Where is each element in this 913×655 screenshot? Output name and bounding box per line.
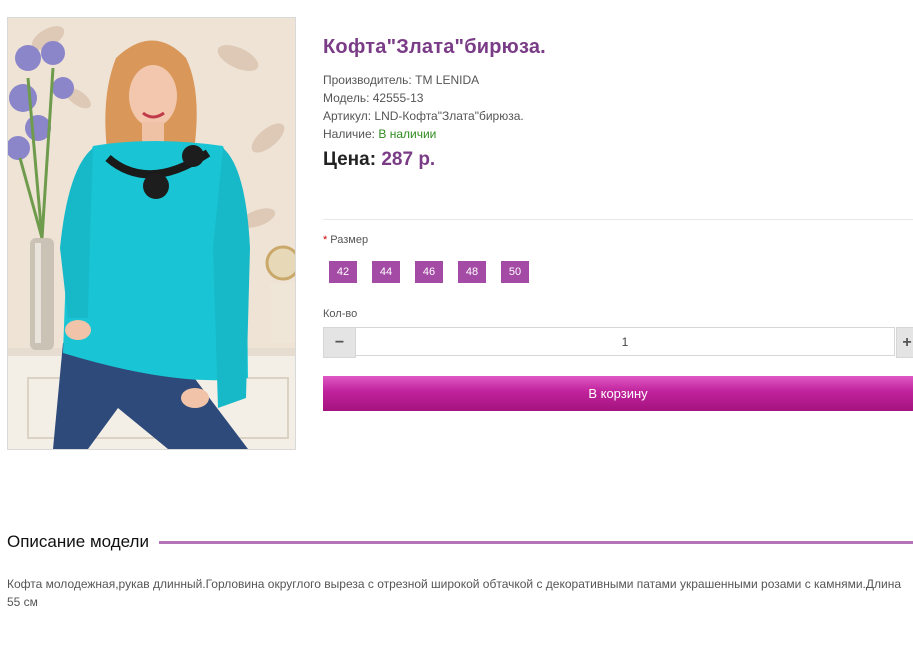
product-photo[interactable] [7, 17, 296, 450]
manufacturer-value[interactable]: TM LENIDA [415, 73, 479, 87]
product-info: Кофта"Злата"бирюза. Производитель: TM LE… [323, 36, 913, 171]
quantity-stepper: − + [323, 327, 913, 358]
model-row: Модель: 42555-13 [323, 89, 913, 107]
availability-row: Наличие: В наличии [323, 125, 913, 143]
product-title: Кофта"Злата"бирюза. [323, 36, 546, 58]
product-image [8, 18, 295, 449]
description-text: Кофта молодежная,рукав длинный.Горловина… [7, 577, 902, 609]
description-title: Описание модели [7, 532, 149, 551]
description-header: Описание модели [7, 530, 913, 554]
price-label: Цена: [323, 149, 377, 170]
size-option-50[interactable]: 50 [501, 261, 529, 283]
size-options: 42 44 46 48 50 [329, 261, 529, 283]
sku-row: Артикул: LND-Кофта"Злата"бирюза. [323, 107, 913, 125]
availability-label: Наличие: [323, 127, 376, 141]
size-option-42[interactable]: 42 [329, 261, 357, 283]
size-option-48[interactable]: 48 [458, 261, 486, 283]
manufacturer-label: Производитель: [323, 73, 412, 87]
quantity-increase-button[interactable]: + [896, 327, 913, 358]
size-option-44[interactable]: 44 [372, 261, 400, 283]
model-value: 42555-13 [372, 91, 424, 105]
size-label-text: Размер [330, 234, 369, 246]
manufacturer-row: Производитель: TM LENIDA [323, 71, 913, 89]
divider [323, 219, 913, 220]
availability-status: В наличии [378, 127, 437, 141]
size-label: * Размер [323, 234, 368, 246]
sku-label: Артикул: [323, 109, 372, 123]
quantity-decrease-button[interactable]: − [323, 327, 356, 358]
model-label: Модель: [323, 91, 370, 105]
quantity-input[interactable] [355, 327, 895, 356]
quantity-label: Кол-во [323, 308, 358, 320]
price-value: 287 р. [381, 149, 436, 170]
size-option-46[interactable]: 46 [415, 261, 443, 283]
description-divider [158, 540, 913, 544]
add-to-cart-button[interactable]: В корзину [323, 376, 913, 411]
required-mark: * [323, 234, 328, 246]
price: Цена: 287 р. [323, 149, 913, 171]
sku-value: LND-Кофта"Злата"бирюза. [374, 109, 524, 123]
product-meta: Производитель: TM LENIDA Модель: 42555-1… [323, 71, 913, 143]
